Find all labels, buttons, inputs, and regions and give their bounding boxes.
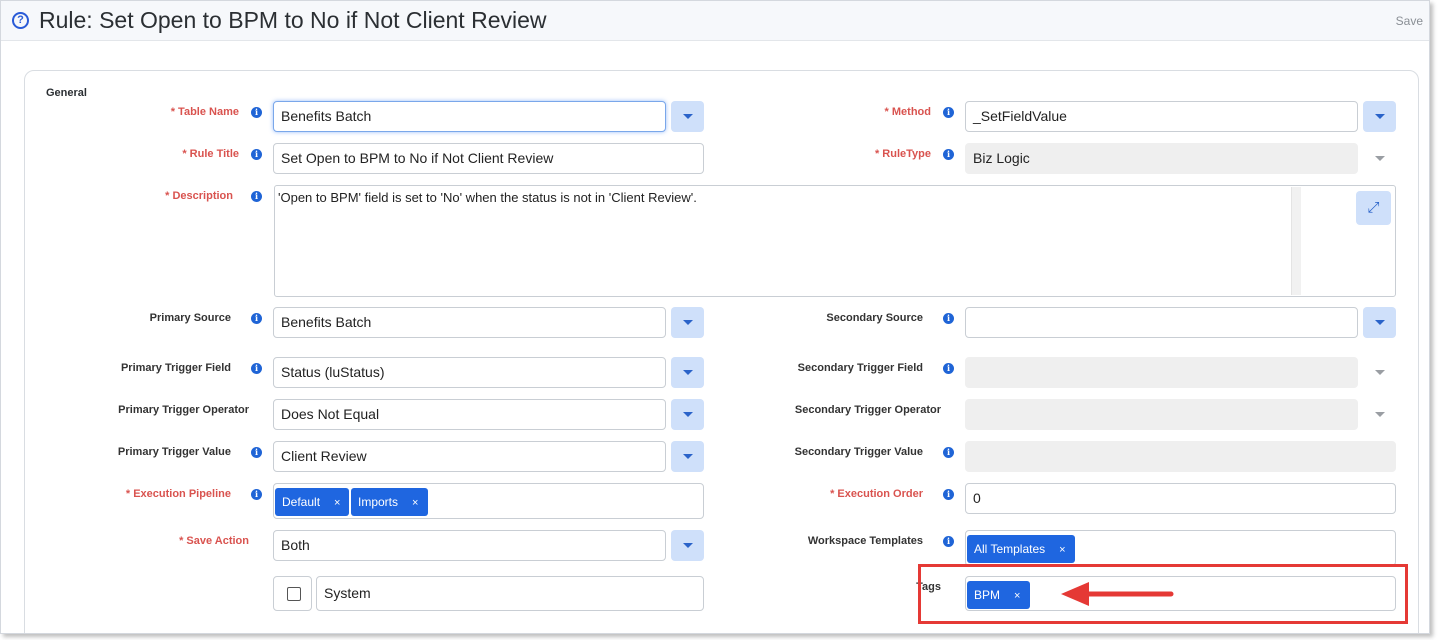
chip-label: All Templates bbox=[974, 542, 1046, 556]
primary-trigger-field-label: Primary Trigger Field bbox=[120, 362, 231, 374]
primary-source-select[interactable]: Benefits Batch bbox=[273, 307, 666, 338]
table-name-dropdown-button[interactable] bbox=[671, 101, 704, 132]
expand-icon[interactable]: ⤢ bbox=[1356, 191, 1391, 225]
rule-type-label: * RuleType bbox=[874, 148, 931, 160]
info-icon[interactable]: i bbox=[251, 313, 262, 324]
arrow-left-icon bbox=[1061, 582, 1174, 606]
info-icon[interactable]: i bbox=[943, 107, 954, 118]
rule-type-select: Biz Logic bbox=[965, 143, 1358, 174]
execution-order-label: * Execution Order bbox=[830, 488, 923, 500]
primary-trigger-operator-select[interactable]: Does Not Equal bbox=[273, 399, 666, 430]
info-icon[interactable]: i bbox=[251, 191, 262, 202]
primary-source-label: Primary Source bbox=[149, 312, 231, 324]
method-dropdown-button[interactable] bbox=[1363, 101, 1396, 132]
secondary-source-dropdown-button[interactable] bbox=[1363, 307, 1396, 338]
page-title: Rule: Set Open to BPM to No if Not Clien… bbox=[39, 7, 547, 33]
info-icon[interactable]: i bbox=[943, 313, 954, 324]
close-icon[interactable]: × bbox=[334, 489, 340, 517]
primary-trigger-operator-label: Primary Trigger Operator bbox=[118, 404, 249, 416]
section-title: General bbox=[46, 87, 87, 99]
secondary-trigger-field-label: Secondary Trigger Field bbox=[797, 362, 923, 374]
system-checkbox[interactable] bbox=[287, 587, 301, 601]
description-scrollbar[interactable] bbox=[1291, 187, 1301, 295]
rule-title-input[interactable]: Set Open to BPM to No if Not Client Revi… bbox=[273, 143, 704, 174]
save-action-dropdown-button[interactable] bbox=[671, 530, 704, 561]
chevron-down-icon bbox=[1363, 357, 1396, 388]
chevron-down-icon bbox=[1363, 143, 1396, 174]
info-icon[interactable]: i bbox=[943, 363, 954, 374]
info-icon[interactable]: i bbox=[251, 447, 262, 458]
table-name-label: * Table Name bbox=[170, 106, 239, 118]
page-header: ? Rule: Set Open to BPM to No if Not Cli… bbox=[1, 1, 1429, 41]
secondary-trigger-field-select bbox=[965, 357, 1358, 388]
info-icon[interactable]: i bbox=[943, 536, 954, 547]
secondary-source-label: Secondary Source bbox=[826, 312, 923, 324]
description-label: * Description bbox=[165, 190, 233, 202]
rule-editor-window: ? Rule: Set Open to BPM to No if Not Cli… bbox=[0, 0, 1430, 634]
chevron-down-icon bbox=[1363, 399, 1396, 430]
pipeline-chip-imports: Imports × bbox=[351, 488, 428, 516]
save-action-label: * Save Action bbox=[179, 535, 249, 547]
workspace-templates-label: Workspace Templates bbox=[807, 535, 923, 547]
chip-label: Imports bbox=[358, 495, 399, 509]
primary-trigger-field-select[interactable]: Status (luStatus) bbox=[273, 357, 666, 388]
execution-order-input[interactable]: 0 bbox=[965, 483, 1396, 514]
info-icon[interactable]: i bbox=[251, 149, 262, 160]
template-chip-all: All Templates × bbox=[967, 535, 1075, 563]
secondary-source-select[interactable] bbox=[965, 307, 1358, 338]
primary-trigger-value-select[interactable]: Client Review bbox=[273, 441, 666, 472]
info-icon[interactable]: i bbox=[251, 489, 262, 500]
method-label: * Method bbox=[884, 106, 931, 118]
help-circle-icon[interactable]: ? bbox=[12, 12, 29, 29]
primary-source-dropdown-button[interactable] bbox=[671, 307, 704, 338]
rule-title-label: * Rule Title bbox=[182, 148, 239, 160]
execution-pipeline-label: * Execution Pipeline bbox=[125, 488, 231, 500]
secondary-trigger-value-label: Secondary Trigger Value bbox=[794, 446, 923, 458]
close-icon[interactable]: × bbox=[412, 489, 418, 517]
system-input[interactable]: System bbox=[316, 576, 704, 611]
info-icon[interactable]: i bbox=[251, 107, 262, 118]
primary-trigger-field-dropdown-button[interactable] bbox=[671, 357, 704, 388]
system-checkbox-wrapper[interactable] bbox=[273, 576, 312, 611]
description-textarea[interactable]: 'Open to BPM' field is set to 'No' when … bbox=[274, 185, 1396, 297]
primary-trigger-value-dropdown-button[interactable] bbox=[671, 441, 704, 472]
info-icon[interactable]: i bbox=[943, 149, 954, 160]
info-icon[interactable]: i bbox=[943, 447, 954, 458]
close-icon[interactable]: × bbox=[1059, 536, 1065, 564]
primary-trigger-operator-dropdown-button[interactable] bbox=[671, 399, 704, 430]
table-name-select[interactable]: Benefits Batch bbox=[273, 101, 666, 132]
secondary-trigger-value-input bbox=[965, 441, 1396, 472]
method-select[interactable]: _SetFieldValue bbox=[965, 101, 1358, 132]
primary-trigger-value-label: Primary Trigger Value bbox=[117, 446, 231, 458]
pipeline-chip-default: Default × bbox=[275, 488, 349, 516]
save-action-select[interactable]: Both bbox=[273, 530, 666, 561]
secondary-trigger-operator-label: Secondary Trigger Operator bbox=[794, 404, 941, 416]
secondary-trigger-operator-select bbox=[965, 399, 1358, 430]
info-icon[interactable]: i bbox=[251, 363, 262, 374]
description-text: 'Open to BPM' field is set to 'No' when … bbox=[278, 190, 697, 205]
info-icon[interactable]: i bbox=[943, 489, 954, 500]
save-button[interactable]: Save bbox=[1396, 14, 1423, 28]
chip-label: Default bbox=[282, 495, 321, 509]
